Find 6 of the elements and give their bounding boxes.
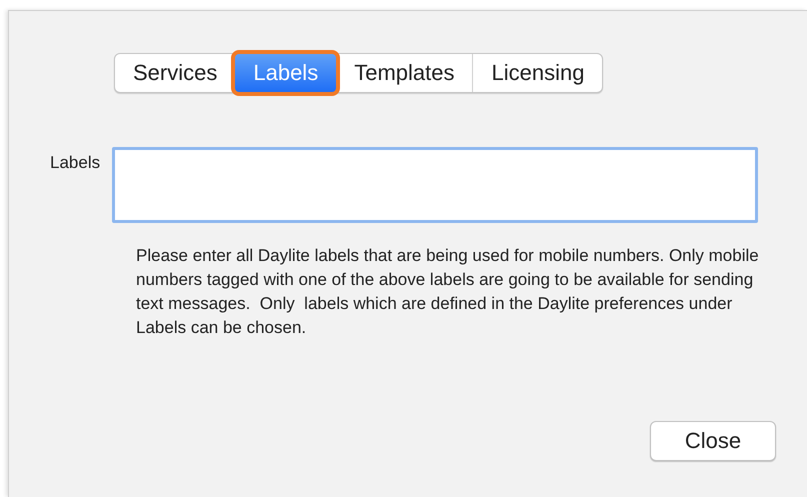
tab[interactable]: Labels — [231, 50, 340, 96]
tab[interactable]: Licensing — [472, 54, 602, 92]
close-button[interactable]: Close — [650, 421, 776, 461]
labels-input-field[interactable] — [112, 147, 758, 223]
help-text: Please enter all Daylite labels that are being used for mobile numbers. Only mobile numbers tagged with one of the above labels are going to be available for sending text messages. Only labels which are defined in the Daylite preferences under Labels can be chosen. — [136, 245, 760, 339]
field-label: Labels — [50, 153, 100, 173]
